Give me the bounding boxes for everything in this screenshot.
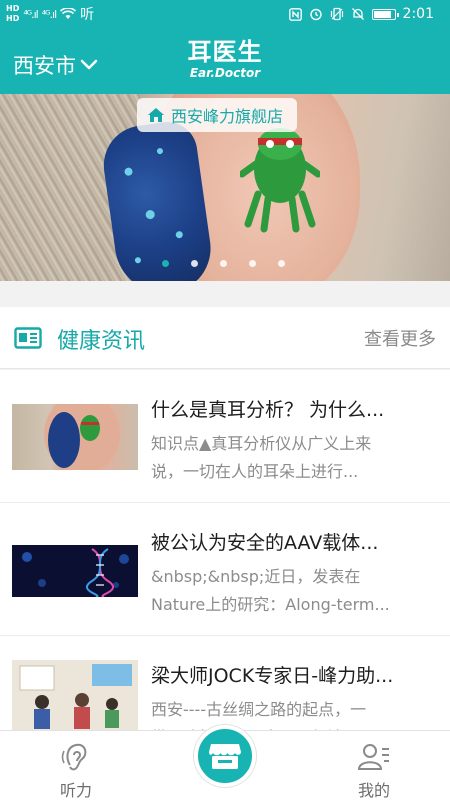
status-bar: HD HD ⁴ᴳ.ıl ⁴ᴳ.ıl 听 2:01 xyxy=(0,0,450,32)
bottom-tab-bar: 听力 我的 xyxy=(0,725,450,800)
banner-carousel[interactable]: 西安峰力旗舰店 xyxy=(0,94,450,281)
hd-bottom: HD xyxy=(6,14,20,23)
signal-icon-2: ⁴ᴳ.ıl xyxy=(41,7,57,21)
desc-line-1: &nbsp;&nbsp;近日，发表在 xyxy=(151,567,361,586)
store-icon xyxy=(209,744,241,769)
news-item-title: 被公认为安全的AAV载体... xyxy=(151,532,379,554)
desc-line-2: 说，一切在人的耳朵上进行... xyxy=(151,462,359,481)
status-left: HD HD ⁴ᴳ.ıl ⁴ᴳ.ıl 听 xyxy=(6,4,94,24)
tab-store[interactable] xyxy=(194,725,256,787)
ear-thumbnail-image xyxy=(44,404,120,470)
status-right: 2:01 xyxy=(288,6,434,22)
news-section-header: 健康资讯 查看更多 xyxy=(0,307,450,369)
battery-fill xyxy=(373,10,391,18)
news-thumbnail-2 xyxy=(12,545,138,597)
carousel-dot[interactable] xyxy=(161,260,169,267)
wifi-icon xyxy=(60,8,77,19)
vibrate-icon xyxy=(330,7,343,21)
nfc-icon xyxy=(288,7,302,21)
desc-line-1: 西安----古丝绸之路的起点，一 xyxy=(151,700,367,719)
city-selector[interactable]: 西安市 xyxy=(13,50,98,80)
store-name: 西安峰力旗舰店 xyxy=(171,107,284,126)
chevron-down-icon xyxy=(80,59,98,70)
view-more-link[interactable]: 查看更多 xyxy=(364,325,436,351)
tab-hearing-label: 听力 xyxy=(59,781,92,800)
news-item-description: 知识点▲真耳分析仪从广义上来 说，一切在人的耳朵上进行... xyxy=(151,430,436,486)
carousel-dot[interactable] xyxy=(277,260,285,267)
alarm-icon xyxy=(309,8,322,21)
app-header: 西安市 耳医生 Ear.Doctor xyxy=(0,32,450,94)
news-item-1[interactable]: 什么是真耳分析？ 为什么... 知识点▲真耳分析仪从广义上来 说，一切在人的耳朵… xyxy=(0,370,450,503)
logo-chinese: 耳医生 xyxy=(187,38,263,66)
classroom-thumbnail-image xyxy=(12,660,138,732)
status-extra-text: 听 xyxy=(80,7,95,23)
app-logo: 耳医生 Ear.Doctor xyxy=(185,38,265,80)
news-item-title: 梁大师JOCK专家日-峰力助... xyxy=(151,665,394,687)
desc-line-1: 知识点▲真耳分析仪从广义上来 xyxy=(151,434,372,453)
carousel-dot[interactable] xyxy=(190,260,198,267)
news-item-title: 什么是真耳分析？ 为什么... xyxy=(151,399,385,421)
news-item-3[interactable]: 梁大师JOCK专家日-峰力助... 西安----古丝绸之路的起点，一 带一路核心… xyxy=(0,636,450,747)
hd-indicator: HD HD xyxy=(6,4,19,24)
news-list: 什么是真耳分析？ 为什么... 知识点▲真耳分析仪从广义上来 说，一切在人的耳朵… xyxy=(0,370,450,747)
mute-icon xyxy=(351,8,364,20)
city-name: 西安市 xyxy=(13,54,76,78)
carousel-dot[interactable] xyxy=(248,260,256,267)
tab-hearing[interactable]: 听力 xyxy=(36,739,116,800)
news-section-title: 健康资讯 xyxy=(57,329,146,354)
store-badge[interactable]: 西安峰力旗舰店 xyxy=(137,98,298,132)
battery-icon xyxy=(371,8,399,20)
dna-thumbnail-image xyxy=(22,548,129,597)
carousel-indicators xyxy=(0,260,448,267)
newspaper-icon xyxy=(14,327,42,349)
signal-icon: ⁴ᴳ.ıl xyxy=(23,7,38,21)
banner-frog-sticker xyxy=(240,128,320,233)
news-item-description: &nbsp;&nbsp;近日，发表在 Nature上的研究：Along-term… xyxy=(151,563,436,619)
news-thumbnail-1 xyxy=(12,404,138,470)
home-icon xyxy=(148,108,164,122)
status-time: 2:01 xyxy=(402,6,434,22)
news-item-2[interactable]: 被公认为安全的AAV载体... &nbsp;&nbsp;近日，发表在 Natur… xyxy=(0,503,450,636)
tab-mine[interactable]: 我的 xyxy=(334,739,414,800)
logo-english: Ear.Doctor xyxy=(189,66,261,80)
ear-icon xyxy=(61,743,87,771)
desc-line-2: Nature上的研究：Along-term... xyxy=(151,595,390,614)
tab-mine-label: 我的 xyxy=(357,781,390,800)
user-profile-icon xyxy=(357,744,389,770)
hd-top: HD xyxy=(6,4,20,13)
news-thumbnail-3 xyxy=(12,660,138,732)
carousel-dot[interactable] xyxy=(219,260,227,267)
